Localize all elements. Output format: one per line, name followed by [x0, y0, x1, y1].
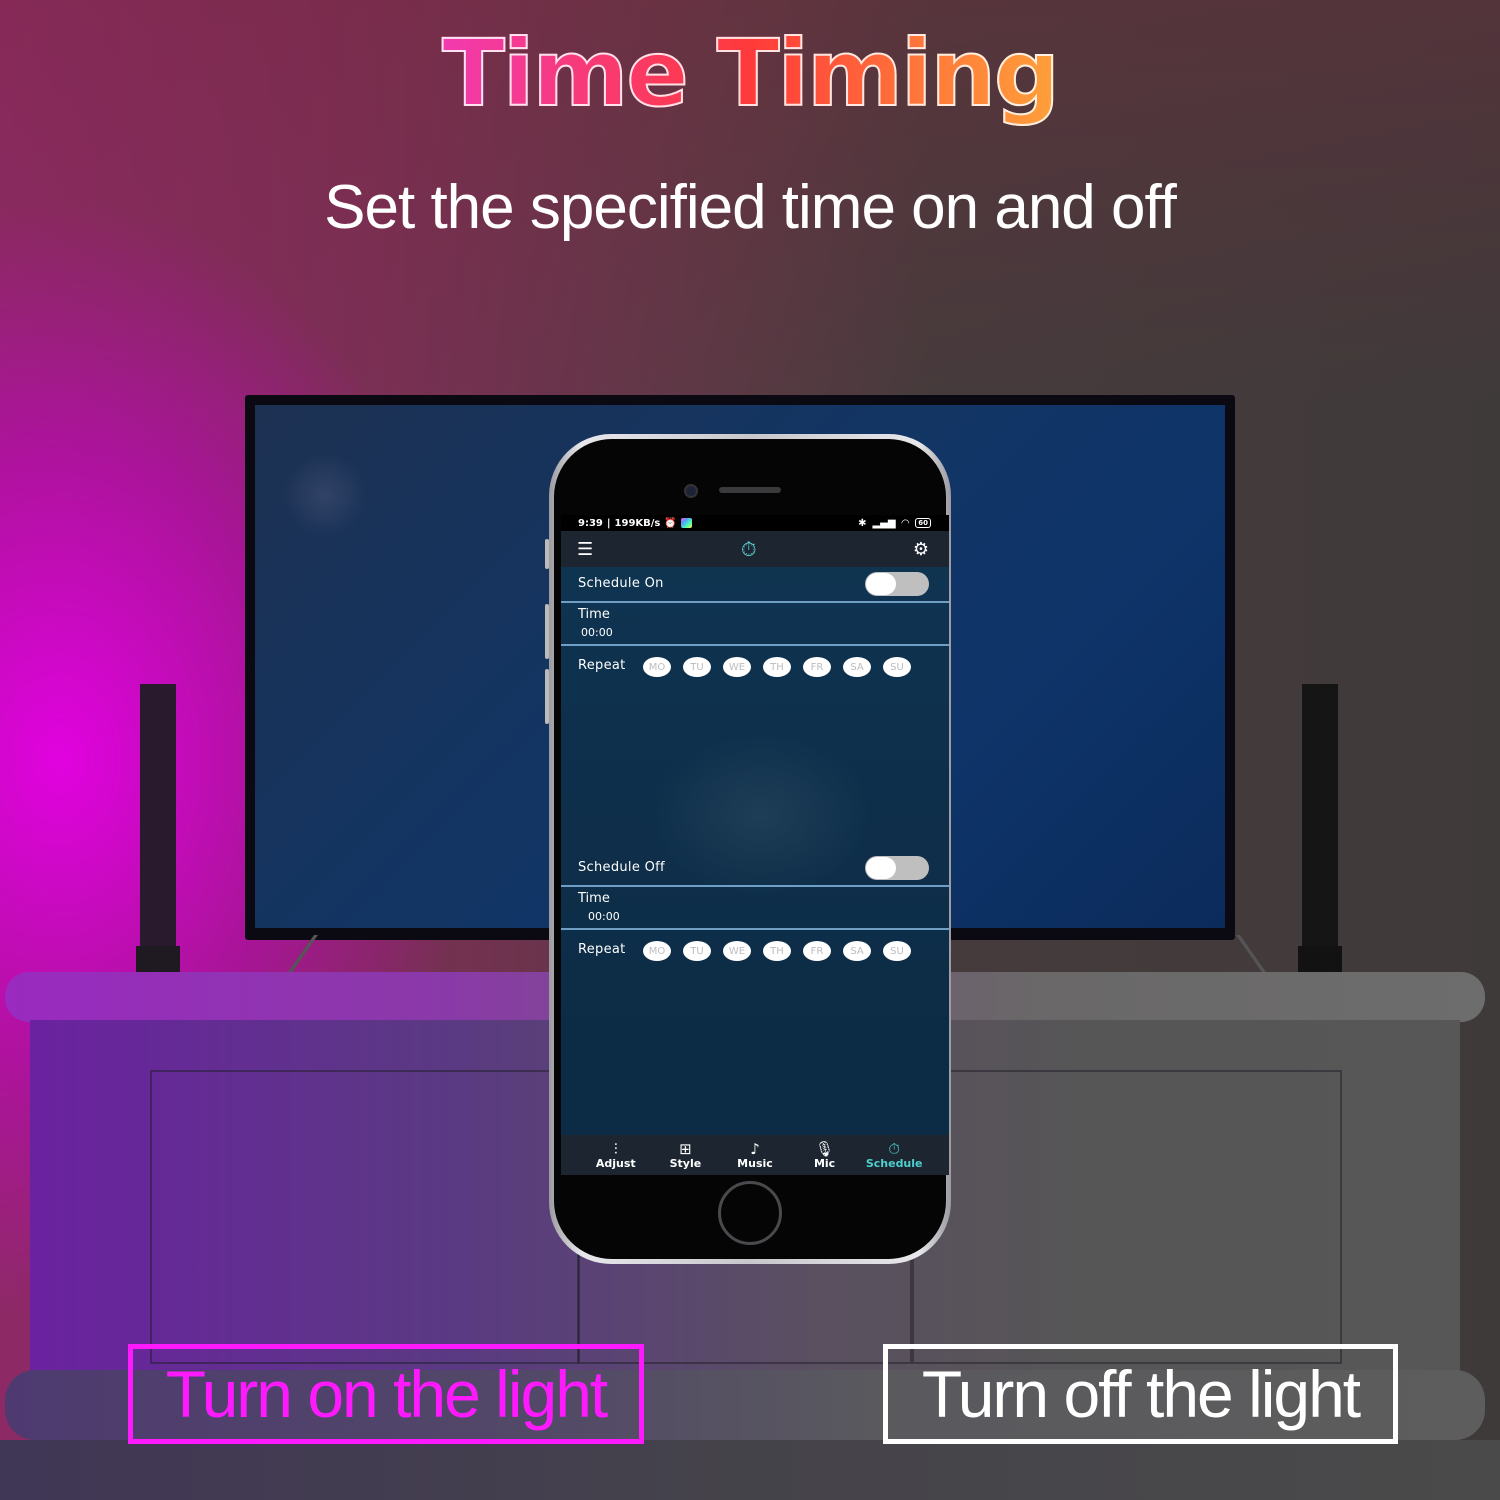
schedule-off-row: Schedule Off	[561, 851, 949, 885]
toggle-knob	[866, 857, 896, 879]
schedule-off-time-row[interactable]: Time 00:00	[561, 887, 949, 927]
schedule-on-days: MO TU WE TH FR SA SU	[643, 657, 911, 677]
light-bar-base	[136, 946, 180, 974]
home-button[interactable]	[718, 1181, 782, 1245]
repeat-label: Repeat	[578, 658, 626, 673]
tab-adjust[interactable]: ⫶ Adjust	[586, 1135, 646, 1175]
status-separator: |	[606, 517, 611, 529]
day-tuesday[interactable]: TU	[683, 941, 711, 961]
schedule-on-time-row[interactable]: Time 00:00	[561, 603, 949, 643]
tab-label: Style	[669, 1156, 702, 1170]
title-word-2: Timing	[716, 19, 1061, 128]
schedule-off-time-value[interactable]: 00:00	[588, 910, 620, 923]
floor	[0, 1440, 1500, 1500]
light-bar-right	[1298, 684, 1342, 974]
bottom-tab-bar: ⫶ Adjust ⊞ Style ♪ Music 🎙 Mic ⏱ Schedul…	[561, 1135, 949, 1175]
tab-schedule[interactable]: ⏱ Schedule	[864, 1135, 924, 1175]
cabinet-door	[912, 1070, 1342, 1364]
day-thursday[interactable]: TH	[763, 657, 791, 677]
alarm-icon: ⏰	[664, 517, 677, 529]
tab-label: Music	[737, 1156, 773, 1170]
app-header: ☰ ⏱ ⚙	[561, 531, 949, 567]
bluetooth-icon: ✱	[858, 517, 867, 529]
phone-side-button	[545, 539, 549, 569]
light-bar-left	[136, 684, 180, 974]
day-sunday[interactable]: SU	[883, 941, 911, 961]
phone-volume-down	[545, 669, 549, 724]
battery-icon: 60	[915, 518, 931, 528]
status-bar: 9:39 | 199KB/s ⏰ ✱ ▂▄▆ ◠ 60	[561, 515, 949, 531]
app-notification-icon	[680, 518, 692, 528]
app-screen: 9:39 | 199KB/s ⏰ ✱ ▂▄▆ ◠ 60 ☰ ⏱ ⚙ Schedu…	[561, 515, 949, 1175]
day-monday[interactable]: MO	[643, 657, 671, 677]
sliders-icon: ⫶	[613, 1139, 618, 1158]
tab-music[interactable]: ♪ Music	[725, 1135, 785, 1175]
banner-title: Time Timing	[0, 19, 1500, 128]
stopwatch-icon: ⏱	[741, 537, 757, 561]
day-thursday[interactable]: TH	[763, 941, 791, 961]
status-time: 9:39	[578, 517, 603, 529]
stopwatch-icon: ⏱	[888, 1139, 901, 1158]
gear-icon[interactable]: ⚙	[913, 539, 929, 560]
day-wednesday[interactable]: WE	[723, 657, 751, 677]
phone-face: 9:39 | 199KB/s ⏰ ✱ ▂▄▆ ◠ 60 ☰ ⏱ ⚙ Schedu…	[554, 439, 949, 1259]
day-friday[interactable]: FR	[803, 657, 831, 677]
tab-style[interactable]: ⊞ Style	[655, 1135, 715, 1175]
network-speed: 199KB/s	[614, 517, 661, 529]
wifi-icon: ◠	[901, 517, 910, 529]
tab-mic[interactable]: 🎙 Mic	[795, 1135, 855, 1175]
schedule-on-time-value[interactable]: 00:00	[581, 626, 613, 639]
tab-label: Mic	[813, 1156, 836, 1170]
day-sunday[interactable]: SU	[883, 657, 911, 677]
day-friday[interactable]: FR	[803, 941, 831, 961]
time-label: Time	[578, 891, 610, 906]
schedule-off-label: Schedule Off	[578, 860, 665, 875]
schedule-off-days: MO TU WE TH FR SA SU	[643, 941, 911, 961]
day-saturday[interactable]: SA	[843, 941, 871, 961]
toggle-knob	[866, 573, 896, 595]
banner-subtitle: Set the specified time on and off	[324, 173, 1177, 242]
title-word-1: Time	[441, 19, 690, 128]
tab-label: Adjust	[595, 1156, 636, 1170]
repeat-label: Repeat	[578, 942, 626, 957]
earpiece-speaker	[719, 487, 781, 493]
schedule-on-row: Schedule On	[561, 567, 949, 601]
schedule-off-toggle[interactable]	[865, 856, 929, 880]
day-monday[interactable]: MO	[643, 941, 671, 961]
tab-label: Schedule	[865, 1156, 923, 1170]
microphone-icon: 🎙	[815, 1139, 835, 1158]
list-icon[interactable]: ☰	[577, 539, 593, 560]
phone-volume-up	[545, 604, 549, 659]
schedule-on-label: Schedule On	[578, 576, 664, 591]
day-saturday[interactable]: SA	[843, 657, 871, 677]
music-note-icon: ♪	[750, 1139, 760, 1158]
cabinet-door	[150, 1070, 579, 1364]
grid-icon: ⊞	[679, 1139, 692, 1158]
schedule-on-repeat-row: Repeat MO TU WE TH FR SA SU	[561, 646, 949, 686]
day-tuesday[interactable]: TU	[683, 657, 711, 677]
schedule-off-repeat-row: Repeat MO TU WE TH FR SA SU	[561, 930, 949, 970]
schedule-on-toggle[interactable]	[865, 572, 929, 596]
turn-off-caption: Turn off the light	[883, 1344, 1398, 1444]
smartphone: 9:39 | 199KB/s ⏰ ✱ ▂▄▆ ◠ 60 ☰ ⏱ ⚙ Schedu…	[545, 434, 951, 1264]
front-camera	[684, 484, 698, 498]
time-label: Time	[578, 607, 610, 622]
turn-on-caption: Turn on the light	[128, 1344, 644, 1444]
light-bar-base	[1298, 946, 1342, 974]
signal-icon: ▂▄▆	[872, 517, 896, 529]
day-wednesday[interactable]: WE	[723, 941, 751, 961]
